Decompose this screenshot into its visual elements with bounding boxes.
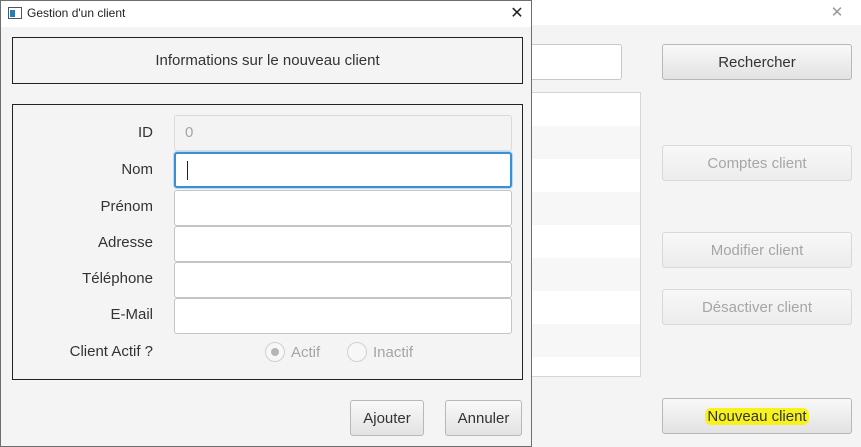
nom-label: Nom	[121, 161, 153, 178]
modify-client-button[interactable]: Modifier client	[662, 232, 852, 268]
list-item[interactable]	[531, 258, 640, 291]
adresse-field[interactable]	[174, 226, 512, 262]
accounts-button[interactable]: Comptes client	[662, 145, 852, 181]
dialog-title: Gestion d'un client	[27, 6, 126, 20]
dialog-header: Informations sur le nouveau client	[12, 37, 523, 84]
list-item[interactable]	[531, 324, 640, 357]
app-window-icon	[8, 7, 22, 19]
list-item[interactable]	[531, 93, 640, 126]
client-actif-label: Client Actif ?	[69, 343, 153, 360]
client-list[interactable]	[530, 92, 641, 377]
list-item[interactable]	[531, 291, 640, 324]
id-field: 0	[174, 115, 512, 151]
accounts-button-label: Comptes client	[707, 154, 807, 172]
id-label: ID	[138, 124, 153, 141]
dialog-close-icon[interactable]: ✕	[507, 3, 527, 25]
radio-actif-indicator	[265, 342, 285, 362]
list-item[interactable]	[531, 357, 640, 376]
deactivate-client-button-label: Désactiver client	[701, 298, 813, 316]
client-dialog: Gestion d'un client ✕ Informations sur l…	[0, 0, 532, 447]
list-item[interactable]	[531, 225, 640, 258]
radio-actif[interactable]: Actif	[265, 342, 320, 362]
nom-field[interactable]	[174, 152, 512, 188]
list-item[interactable]	[531, 192, 640, 225]
prenom-label: Prénom	[100, 198, 153, 215]
radio-inactif-label: Inactif	[373, 343, 414, 361]
search-button-label: Rechercher	[718, 53, 796, 71]
search-button[interactable]: Rechercher	[662, 44, 852, 80]
adresse-label: Adresse	[97, 234, 153, 251]
email-field[interactable]	[174, 298, 512, 334]
list-item[interactable]	[531, 159, 640, 192]
cancel-button[interactable]: Annuler	[445, 400, 522, 436]
new-client-button[interactable]: Nouveau client	[662, 398, 852, 434]
new-client-button-label: Nouveau client	[705, 407, 809, 425]
add-button-label: Ajouter	[363, 409, 411, 427]
radio-selected-dot	[271, 348, 279, 356]
dialog-titlebar: Gestion d'un client ✕	[1, 1, 531, 27]
deactivate-client-button[interactable]: Désactiver client	[662, 289, 852, 325]
telephone-label: Téléphone	[82, 270, 153, 287]
main-search-input[interactable]	[530, 44, 622, 80]
radio-inactif[interactable]: Inactif	[347, 342, 413, 362]
add-button[interactable]: Ajouter	[350, 400, 424, 436]
prenom-field[interactable]	[174, 190, 512, 226]
cancel-button-label: Annuler	[457, 409, 510, 427]
email-label: E-Mail	[110, 306, 153, 323]
dialog-header-text: Informations sur le nouveau client	[155, 52, 380, 69]
id-value: 0	[185, 124, 194, 141]
radio-inactif-indicator	[347, 342, 367, 362]
main-close-icon[interactable]: ✕	[826, 3, 848, 23]
text-caret	[187, 161, 188, 180]
telephone-field[interactable]	[174, 262, 512, 298]
modify-client-button-label: Modifier client	[710, 241, 804, 259]
list-item[interactable]	[531, 126, 640, 159]
radio-actif-label: Actif	[291, 343, 321, 361]
